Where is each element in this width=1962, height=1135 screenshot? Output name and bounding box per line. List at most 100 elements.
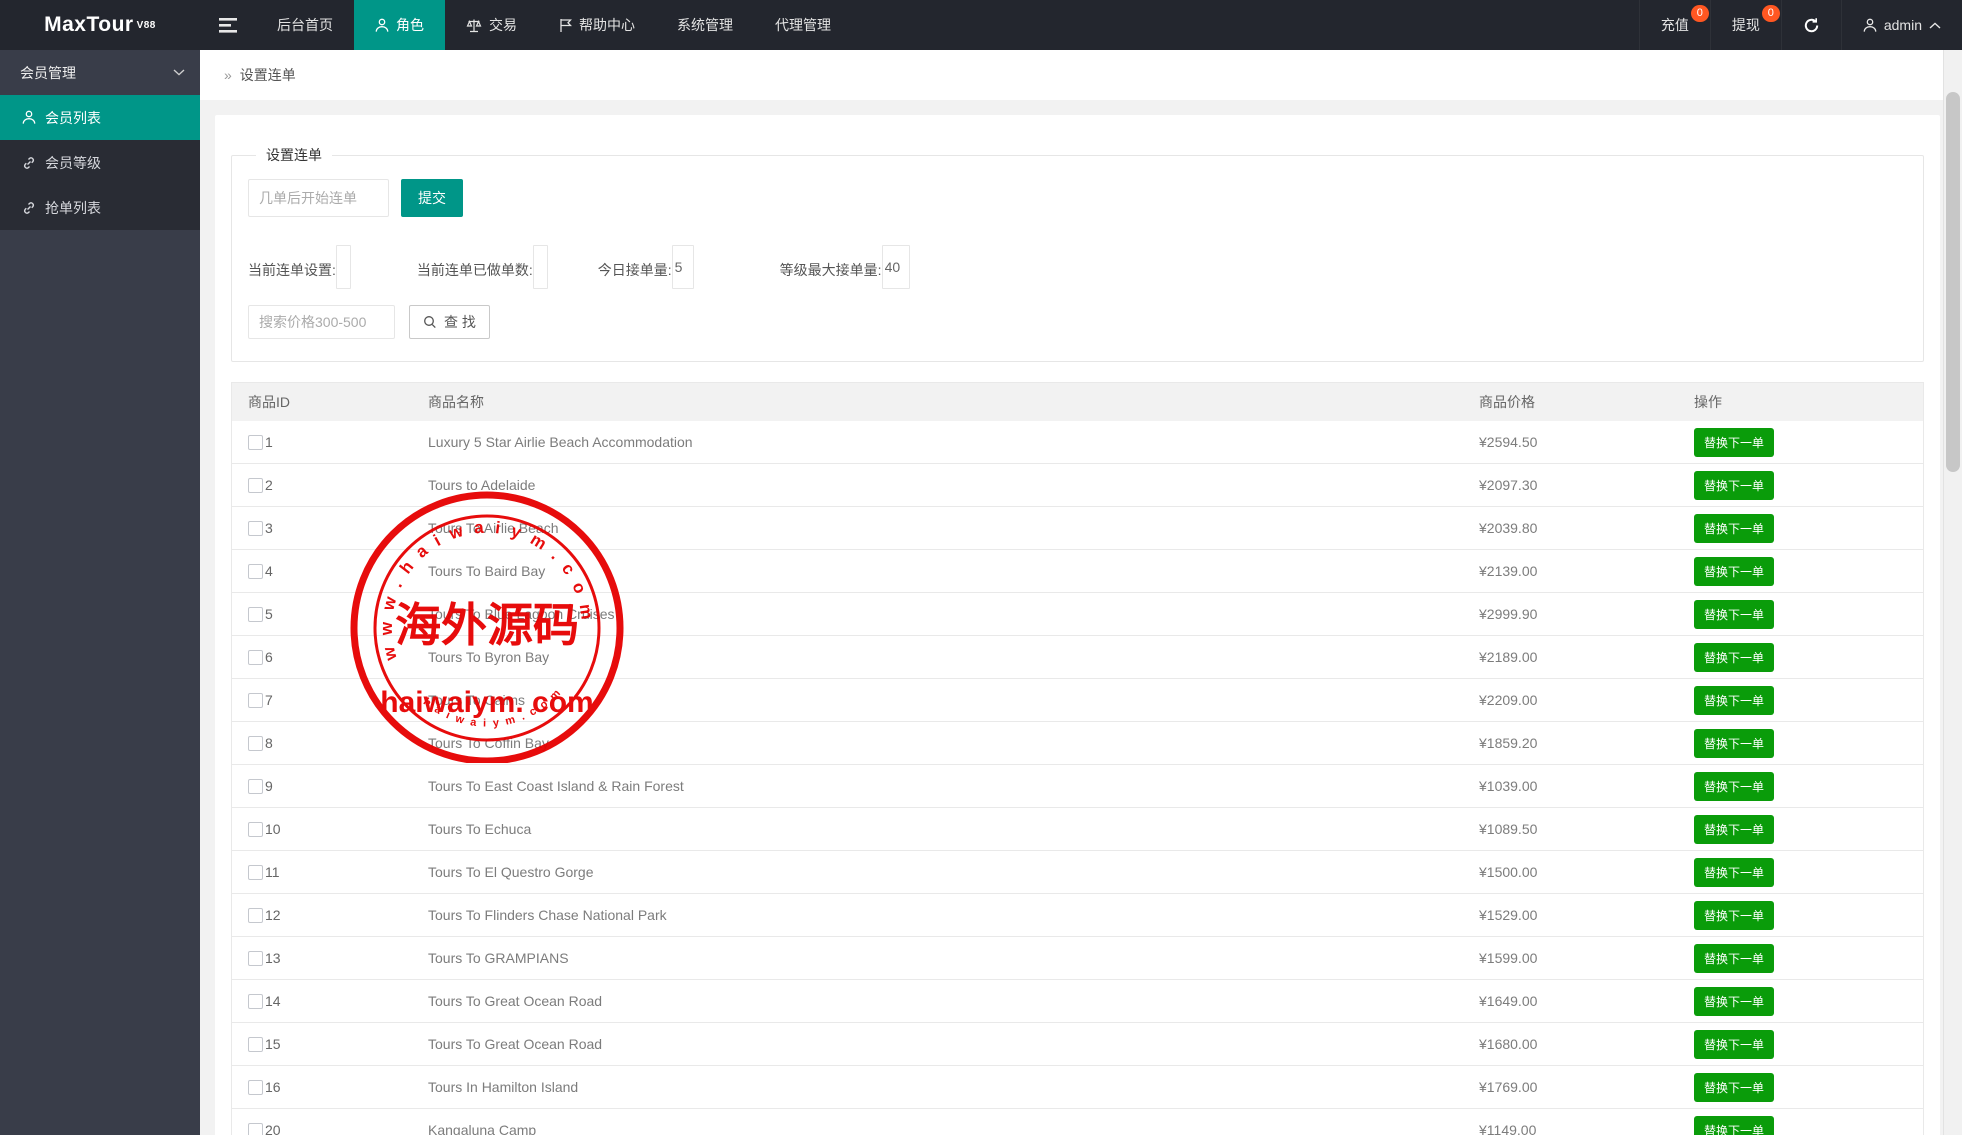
- scales-icon: [466, 18, 482, 33]
- row-checkbox[interactable]: [248, 564, 263, 579]
- row-checkbox[interactable]: [248, 478, 263, 493]
- brand-version: V88: [137, 20, 156, 31]
- row-checkbox[interactable]: [248, 693, 263, 708]
- row-checkbox[interactable]: [248, 779, 263, 794]
- chain-start-input[interactable]: [248, 179, 389, 217]
- page-scrollbar-thumb[interactable]: [1946, 92, 1960, 472]
- user-menu[interactable]: admin: [1841, 0, 1962, 50]
- replace-next-order-button[interactable]: 替换下一单: [1694, 686, 1774, 715]
- user-icon: [375, 18, 389, 33]
- page-content: 设置连单 提交 当前连单设置: 当前连单已做单数:: [200, 100, 1944, 1135]
- products-table: 商品ID 商品名称 商品价格 操作 1Luxury 5 Star Airlie …: [231, 382, 1924, 1135]
- refresh-button[interactable]: [1781, 0, 1841, 50]
- replace-next-order-button[interactable]: 替换下一单: [1694, 600, 1774, 629]
- replace-next-order-button[interactable]: 替换下一单: [1694, 944, 1774, 973]
- sidebar: 会员管理 会员列表 会员等级 抢单列表: [0, 50, 200, 1135]
- row-checkbox[interactable]: [248, 521, 263, 536]
- fieldset-legend: 设置连单: [256, 145, 332, 165]
- nav-item-dashboard[interactable]: 后台首页: [256, 0, 354, 50]
- sidebar-item-member-list[interactable]: 会员列表: [0, 95, 200, 140]
- brand-logo[interactable]: MaxTourV88: [0, 0, 200, 50]
- link-icon: [22, 201, 36, 215]
- product-id: 5: [265, 606, 273, 622]
- product-name: Tours To Byron Bay: [412, 649, 1463, 665]
- admin-app: MaxTourV88 后台首页 角色 交易 帮助中心 系统管理 代理管理: [0, 0, 1962, 1135]
- product-id: 7: [265, 692, 273, 708]
- replace-next-order-button[interactable]: 替换下一单: [1694, 557, 1774, 586]
- product-name: Tours To Great Ocean Road: [412, 1036, 1463, 1052]
- sidebar-group-member-management[interactable]: 会员管理: [0, 50, 200, 95]
- nav-item-roles[interactable]: 角色: [354, 0, 445, 50]
- withdraw-button[interactable]: 提现 0: [1710, 0, 1781, 50]
- find-button[interactable]: 查 找: [409, 305, 490, 339]
- today-orders-input[interactable]: [672, 245, 694, 289]
- nav-item-system[interactable]: 系统管理: [656, 0, 754, 50]
- replace-next-order-button[interactable]: 替换下一单: [1694, 772, 1774, 801]
- chain-orders-done-input[interactable]: [533, 245, 548, 289]
- recharge-badge: 0: [1691, 5, 1709, 22]
- table-row: 6Tours To Byron Bay¥2189.00替换下一单: [232, 636, 1923, 679]
- current-chain-setting-input[interactable]: [336, 245, 351, 289]
- nav-item-help-center[interactable]: 帮助中心: [538, 0, 656, 50]
- row-checkbox[interactable]: [248, 607, 263, 622]
- replace-next-order-button[interactable]: 替换下一单: [1694, 1116, 1774, 1135]
- row-checkbox[interactable]: [248, 1123, 263, 1135]
- row-checkbox[interactable]: [248, 822, 263, 837]
- table-row: 10Tours To Echuca¥1089.50替换下一单: [232, 808, 1923, 851]
- page-scrollbar-track[interactable]: [1943, 50, 1962, 1135]
- replace-next-order-button[interactable]: 替换下一单: [1694, 428, 1774, 457]
- replace-next-order-button[interactable]: 替换下一单: [1694, 858, 1774, 887]
- table-row: 14Tours To Great Ocean Road¥1649.00替换下一单: [232, 980, 1923, 1023]
- chain-order-fieldset: 设置连单 提交 当前连单设置: 当前连单已做单数:: [231, 145, 1924, 362]
- table-body: 1Luxury 5 Star Airlie Beach Accommodatio…: [232, 421, 1923, 1135]
- col-product-price: 商品价格: [1463, 392, 1678, 412]
- product-name: Tours To East Coast Island & Rain Forest: [412, 778, 1463, 794]
- breadcrumb: »设置连单: [200, 50, 1944, 100]
- product-price: ¥1649.00: [1463, 993, 1678, 1009]
- row-checkbox[interactable]: [248, 908, 263, 923]
- max-orders-input[interactable]: [882, 245, 910, 289]
- replace-next-order-button[interactable]: 替换下一单: [1694, 815, 1774, 844]
- sidebar-item-member-level[interactable]: 会员等级: [0, 140, 200, 185]
- flag-icon: [559, 18, 572, 33]
- content-card: 设置连单 提交 当前连单设置: 当前连单已做单数:: [215, 115, 1940, 1135]
- replace-next-order-button[interactable]: 替换下一单: [1694, 901, 1774, 930]
- row-checkbox[interactable]: [248, 994, 263, 1009]
- replace-next-order-button[interactable]: 替换下一单: [1694, 1073, 1774, 1102]
- sidebar-item-grab-order-list[interactable]: 抢单列表: [0, 185, 200, 230]
- product-price: ¥1859.20: [1463, 735, 1678, 751]
- product-id: 10: [265, 821, 281, 837]
- price-search-input[interactable]: [248, 305, 395, 339]
- replace-next-order-button[interactable]: 替换下一单: [1694, 1030, 1774, 1059]
- replace-next-order-button[interactable]: 替换下一单: [1694, 987, 1774, 1016]
- row-checkbox[interactable]: [248, 736, 263, 751]
- row-checkbox[interactable]: [248, 1080, 263, 1095]
- refresh-icon: [1803, 17, 1820, 34]
- row-checkbox[interactable]: [248, 435, 263, 450]
- product-price: ¥1680.00: [1463, 1036, 1678, 1052]
- main-nav: 后台首页 角色 交易 帮助中心 系统管理 代理管理: [256, 0, 852, 50]
- recharge-button[interactable]: 充值 0: [1639, 0, 1710, 50]
- submit-button[interactable]: 提交: [401, 179, 463, 217]
- row-checkbox[interactable]: [248, 1037, 263, 1052]
- product-name: Luxury 5 Star Airlie Beach Accommodation: [412, 434, 1463, 450]
- replace-next-order-button[interactable]: 替换下一单: [1694, 514, 1774, 543]
- table-row: 16Tours In Hamilton Island¥1769.00替换下一单: [232, 1066, 1923, 1109]
- product-price: ¥1500.00: [1463, 864, 1678, 880]
- replace-next-order-button[interactable]: 替换下一单: [1694, 729, 1774, 758]
- product-price: ¥1089.50: [1463, 821, 1678, 837]
- breadcrumb-separator: »: [224, 67, 232, 83]
- col-product-name: 商品名称: [412, 392, 1463, 412]
- product-name: Tours To Airlie Beach: [412, 520, 1463, 536]
- replace-next-order-button[interactable]: 替换下一单: [1694, 471, 1774, 500]
- top-header: MaxTourV88 后台首页 角色 交易 帮助中心 系统管理 代理管理: [0, 0, 1962, 50]
- row-checkbox[interactable]: [248, 865, 263, 880]
- hamburger-menu-icon[interactable]: [200, 0, 256, 50]
- stat-today-orders: 今日接单量:: [598, 245, 694, 289]
- row-checkbox[interactable]: [248, 951, 263, 966]
- nav-item-agent[interactable]: 代理管理: [754, 0, 852, 50]
- replace-next-order-button[interactable]: 替换下一单: [1694, 643, 1774, 672]
- nav-item-trade[interactable]: 交易: [445, 0, 538, 50]
- row-checkbox[interactable]: [248, 650, 263, 665]
- product-id: 6: [265, 649, 273, 665]
